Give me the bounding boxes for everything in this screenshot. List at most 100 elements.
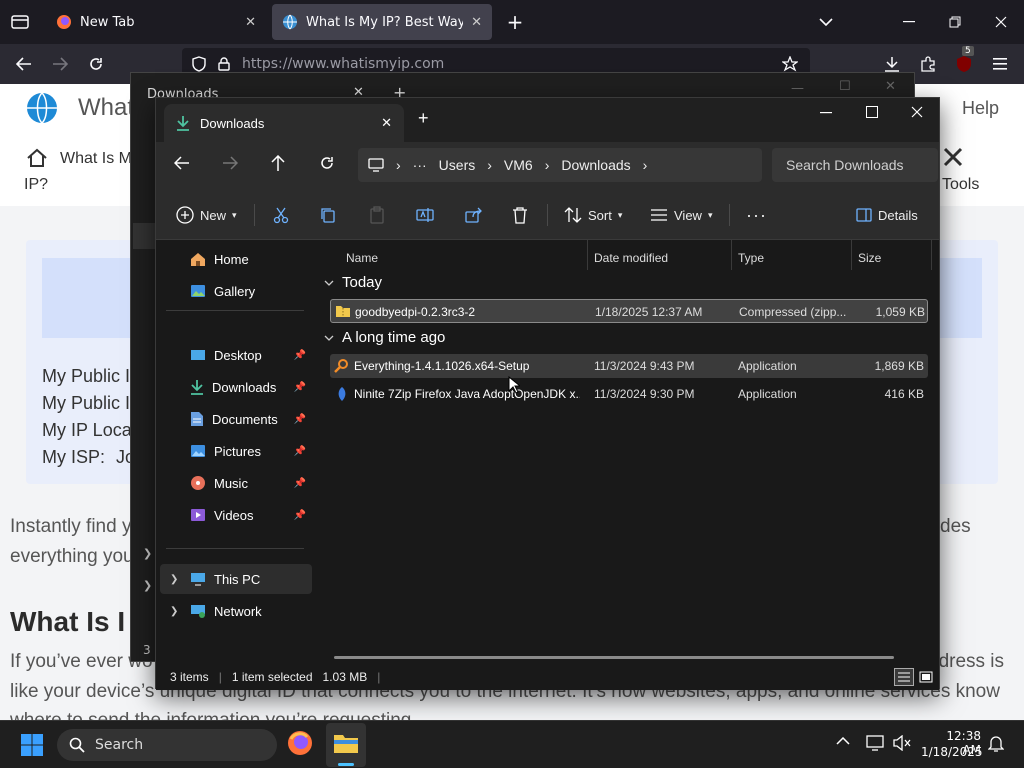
tab-downloads[interactable]: Downloads ✕ bbox=[164, 104, 404, 142]
tools-icon[interactable] bbox=[942, 146, 964, 168]
breadcrumb-chevron-icon[interactable]: › bbox=[643, 157, 648, 173]
tab-new-tab[interactable]: New Tab ✕ bbox=[46, 4, 266, 40]
volume-muted-icon[interactable] bbox=[893, 735, 911, 751]
pin-icon[interactable]: 📌 bbox=[294, 350, 306, 361]
column-header-size[interactable]: Size bbox=[858, 246, 881, 270]
refresh-icon[interactable] bbox=[319, 155, 335, 171]
column-divider[interactable] bbox=[931, 240, 932, 270]
home-icon[interactable] bbox=[26, 148, 48, 168]
rename-button[interactable] bbox=[416, 200, 434, 230]
taskbar-file-explorer[interactable] bbox=[326, 723, 366, 767]
column-header-date[interactable]: Date modified bbox=[594, 246, 668, 270]
shield-icon[interactable] bbox=[192, 56, 206, 72]
nav-item-downloads[interactable]: Downloads 📌 bbox=[160, 372, 312, 402]
expand-arrow-icon[interactable]: ❯ bbox=[143, 579, 152, 592]
nav-item-videos[interactable]: Videos 📌 bbox=[160, 500, 312, 530]
expand-arrow-icon[interactable]: ❯ bbox=[143, 547, 152, 560]
column-divider[interactable] bbox=[587, 240, 588, 270]
new-button[interactable]: New ▾ bbox=[176, 200, 237, 230]
breadcrumb[interactable]: › ··· Users › VM6 › Downloads › bbox=[358, 148, 762, 182]
breadcrumb-chevron-icon[interactable]: › bbox=[487, 157, 492, 173]
nav-item-documents[interactable]: Documents 📌 bbox=[160, 404, 312, 434]
lock-icon[interactable] bbox=[218, 57, 230, 71]
sort-button[interactable]: Sort ▾ bbox=[564, 200, 622, 230]
close-tab-icon[interactable]: ✕ bbox=[471, 15, 482, 30]
nav-item-home[interactable]: Home bbox=[160, 244, 312, 274]
pin-icon[interactable]: 📌 bbox=[294, 446, 306, 457]
minimize-icon[interactable] bbox=[820, 112, 832, 114]
menu-icon[interactable] bbox=[988, 52, 1012, 76]
pin-icon[interactable]: 📌 bbox=[294, 414, 306, 425]
maximize-icon[interactable]: ☐ bbox=[839, 79, 851, 94]
nav-help-link[interactable]: Help bbox=[962, 98, 999, 119]
forward-icon[interactable] bbox=[222, 156, 238, 170]
cut-button[interactable] bbox=[272, 200, 290, 230]
share-button[interactable] bbox=[465, 200, 483, 230]
extensions-icon[interactable] bbox=[916, 52, 940, 76]
file-row-ninite[interactable]: Ninite 7Zip Firefox Java AdoptOpenJDK x.… bbox=[330, 382, 928, 406]
nav-item-gallery[interactable]: Gallery bbox=[160, 276, 312, 306]
expand-arrow-icon[interactable]: ❯ bbox=[170, 574, 178, 585]
column-header-name[interactable]: Name bbox=[346, 246, 378, 270]
pin-icon[interactable]: 📌 bbox=[294, 382, 306, 393]
group-header-a-long-time-ago[interactable]: A long time ago bbox=[324, 329, 445, 346]
list-all-tabs-icon[interactable] bbox=[8, 10, 32, 34]
breadcrumb-vm6[interactable]: VM6 bbox=[504, 157, 533, 173]
close-window-icon[interactable]: ✕ bbox=[885, 79, 896, 94]
notification-bell-icon[interactable] bbox=[988, 735, 1004, 753]
clock-date[interactable]: 1/18/2025 bbox=[921, 745, 983, 759]
chevron-down-icon[interactable] bbox=[814, 10, 838, 34]
file-row-everything-setup[interactable]: Everything-1.4.1.1026.x64-Setup 11/3/202… bbox=[330, 354, 928, 378]
minimize-icon[interactable] bbox=[897, 10, 921, 34]
new-tab-icon[interactable]: + bbox=[418, 108, 429, 129]
tab-whatismyip[interactable]: What Is My IP? Best Way To Che ✕ bbox=[272, 4, 492, 40]
network-status-icon[interactable] bbox=[866, 735, 884, 751]
back-icon[interactable] bbox=[174, 156, 190, 170]
close-window-icon[interactable] bbox=[989, 10, 1013, 34]
nav-item-desktop[interactable]: Desktop 📌 bbox=[160, 340, 312, 370]
minimize-icon[interactable]: — bbox=[791, 81, 804, 96]
view-button[interactable]: View ▾ bbox=[650, 200, 712, 230]
forward-icon[interactable] bbox=[48, 52, 72, 76]
monitor-icon[interactable] bbox=[368, 158, 384, 172]
tiles-view-toggle-icon[interactable] bbox=[916, 668, 936, 686]
nav-item-network[interactable]: ❯ Network bbox=[160, 596, 312, 626]
back-icon[interactable] bbox=[12, 52, 36, 76]
paste-button[interactable] bbox=[368, 200, 386, 230]
new-tab-icon[interactable]: + bbox=[503, 10, 527, 34]
taskbar-firefox[interactable] bbox=[287, 730, 313, 756]
close-window-icon[interactable] bbox=[911, 106, 923, 118]
breadcrumb-users[interactable]: Users bbox=[439, 157, 476, 173]
search-input[interactable]: Search Downloads bbox=[772, 148, 938, 182]
delete-button[interactable] bbox=[512, 200, 528, 230]
details-view-toggle-icon[interactable] bbox=[894, 668, 914, 686]
horizontal-scrollbar[interactable] bbox=[334, 656, 894, 659]
maximize-icon[interactable] bbox=[866, 106, 878, 118]
expand-arrow-icon[interactable]: ❯ bbox=[170, 606, 178, 617]
file-row-goodbyedpi[interactable]: goodbyedpi-0.2.3rc3-2 1/18/2025 12:37 AM… bbox=[330, 299, 928, 323]
start-button[interactable] bbox=[20, 733, 44, 757]
breadcrumb-chevron-icon[interactable]: › bbox=[396, 157, 401, 173]
column-divider[interactable] bbox=[851, 240, 852, 270]
nav-item-music[interactable]: Music 📌 bbox=[160, 468, 312, 498]
ublock-icon[interactable]: 5 bbox=[952, 46, 976, 76]
up-icon[interactable] bbox=[271, 155, 285, 171]
close-tab-icon[interactable]: ✕ bbox=[245, 15, 256, 30]
group-header-today[interactable]: Today bbox=[324, 274, 382, 291]
nav-tools-link[interactable]: Tools bbox=[942, 176, 979, 194]
column-header-type[interactable]: Type bbox=[738, 246, 764, 270]
copy-button[interactable] bbox=[319, 200, 337, 230]
taskbar-search[interactable]: Search bbox=[57, 729, 277, 761]
breadcrumb-chevron-icon[interactable]: › bbox=[545, 157, 550, 173]
close-tab-icon[interactable]: ✕ bbox=[381, 115, 392, 131]
nav-what-is-my-ip[interactable]: What Is M bbox=[60, 150, 132, 168]
chevron-up-icon[interactable] bbox=[836, 737, 850, 745]
pin-icon[interactable]: 📌 bbox=[294, 478, 306, 489]
breadcrumb-overflow-icon[interactable]: ··· bbox=[413, 157, 427, 173]
nav-item-this-pc[interactable]: ❯ This PC bbox=[160, 564, 312, 594]
reload-icon[interactable] bbox=[84, 52, 108, 76]
more-options-icon[interactable]: ··· bbox=[746, 200, 767, 230]
breadcrumb-downloads[interactable]: Downloads bbox=[561, 157, 630, 173]
pin-icon[interactable]: 📌 bbox=[294, 510, 306, 521]
details-button[interactable]: Details bbox=[856, 200, 918, 230]
